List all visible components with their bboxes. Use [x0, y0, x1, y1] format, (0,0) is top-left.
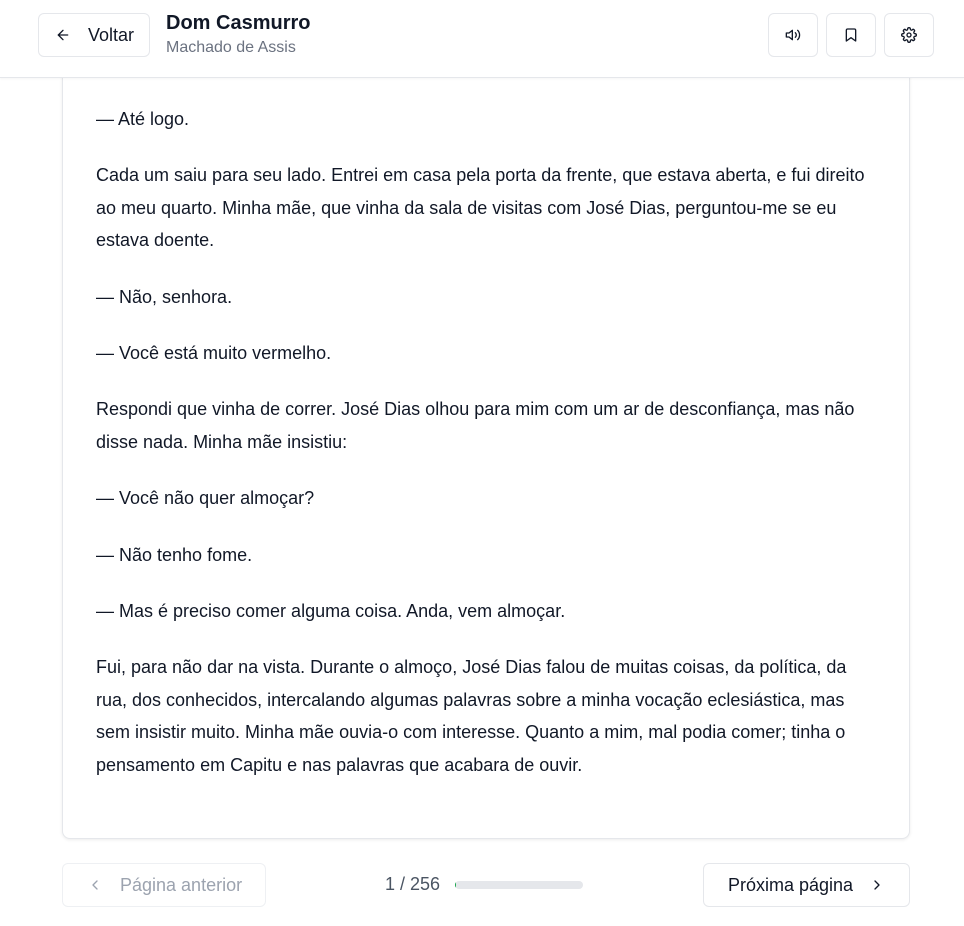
reader-card: — Até logo. Cada um saiu para seu lado. … — [62, 40, 910, 839]
next-page-label: Próxima página — [728, 874, 854, 895]
pagination-bar: Página anterior 1 / 256 Próxima página — [0, 850, 964, 926]
arrow-left-icon — [57, 29, 69, 41]
settings-button[interactable] — [884, 13, 934, 57]
audio-button[interactable] — [768, 13, 818, 57]
back-button-label: Voltar — [88, 24, 135, 45]
paragraph: — Não, senhora. — [96, 286, 233, 307]
gear-icon — [901, 27, 917, 43]
next-page-button[interactable]: Próxima página — [703, 863, 910, 907]
reading-progress-bar — [455, 880, 584, 889]
book-author: Machado de Assis — [166, 39, 296, 56]
chevron-left-icon — [92, 880, 98, 890]
reading-progress-fill — [455, 880, 457, 889]
page-indicator: 1 / 256 — [385, 874, 584, 895]
page-number: 1 / 256 — [385, 874, 441, 894]
paragraph: Respondi que vinha de correr. José Dias … — [96, 399, 855, 452]
chapter-text: — Até logo. Cada um saiu para seu lado. … — [96, 103, 876, 805]
paragraph: Fui, para não dar na vista. Durante o al… — [96, 657, 847, 775]
paragraph: — Não tenho fome. — [96, 544, 253, 565]
bookmark-icon — [845, 28, 857, 42]
paragraph: Cada um saiu para seu lado. Entrei em ca… — [96, 165, 865, 251]
book-title: Dom Casmurro — [166, 12, 311, 34]
paragraph: — Até logo. — [96, 109, 190, 129]
bookmark-button[interactable] — [826, 13, 876, 57]
paragraph: — Você está muito vermelho. — [96, 343, 332, 364]
back-button[interactable]: Voltar — [38, 13, 150, 57]
chevron-right-icon — [874, 880, 880, 890]
paragraph: — Você não quer almoçar? — [96, 488, 315, 509]
previous-page-label: Página anterior — [120, 874, 243, 895]
volume-icon — [785, 29, 801, 41]
reader-header: Voltar Dom Casmurro Machado de Assis — [0, 0, 964, 78]
previous-page-button[interactable]: Página anterior — [62, 863, 266, 907]
book-info: Dom Casmurro Machado de Assis — [166, 11, 310, 58]
paragraph: — Mas é preciso comer alguma coisa. Anda… — [96, 601, 566, 622]
